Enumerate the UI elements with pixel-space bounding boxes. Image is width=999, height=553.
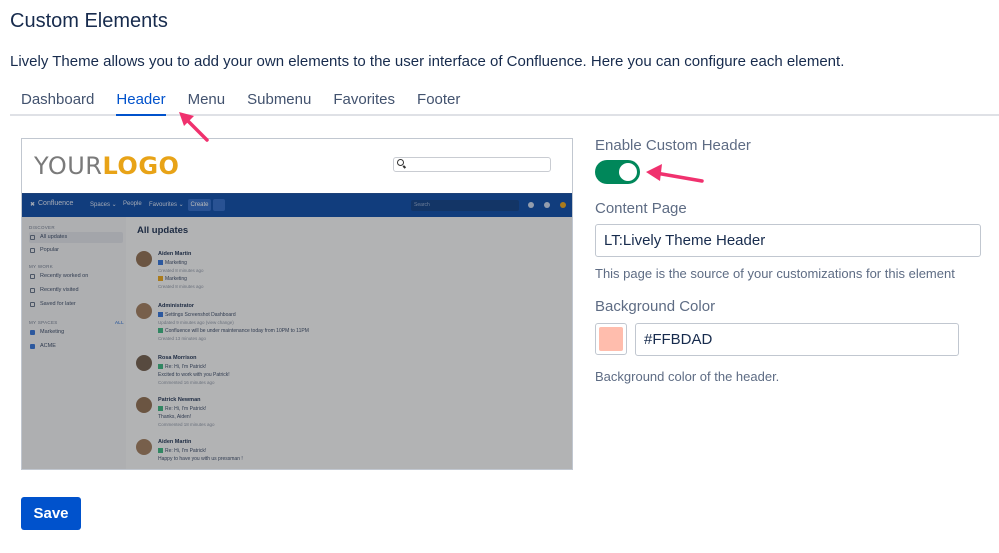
preview-custom-header: YOURLOGO [22, 139, 572, 193]
tab-submenu[interactable]: Submenu [236, 86, 322, 114]
preview-dim-overlay [22, 193, 572, 469]
search-icon [397, 159, 404, 166]
tab-footer[interactable]: Footer [406, 86, 471, 114]
preview-logo: YOURLOGO [34, 152, 179, 180]
enable-header-label: Enable Custom Header [595, 137, 751, 154]
toggle-knob [619, 163, 637, 181]
content-page-label: Content Page [595, 200, 687, 217]
save-button[interactable]: Save [21, 497, 81, 530]
background-color-swatch[interactable] [595, 323, 627, 355]
tab-favorites[interactable]: Favorites [322, 86, 406, 114]
background-color-input[interactable]: #FFBDAD [635, 323, 959, 356]
preview-logo-part2: LOGO [102, 152, 180, 180]
page-description: Lively Theme allows you to add your own … [10, 53, 845, 70]
annotation-arrow-icon [646, 164, 704, 183]
preview-search-box [393, 157, 551, 172]
tab-header[interactable]: Header [105, 86, 176, 116]
preview-logo-part1: YOUR [34, 152, 103, 180]
page-title: Custom Elements [10, 10, 168, 32]
tab-dashboard[interactable]: Dashboard [10, 86, 105, 114]
background-color-help: Background color of the header. [595, 369, 780, 384]
swatch-fill [599, 327, 623, 351]
content-page-help: This page is the source of your customiz… [595, 266, 955, 281]
annotation-arrow-icon [179, 112, 209, 142]
header-preview: YOURLOGO ✖ Confluence Spaces ⌄ People Fa… [21, 138, 573, 470]
tab-bar: Dashboard Header Menu Submenu Favorites … [10, 86, 999, 116]
enable-header-toggle[interactable] [595, 160, 640, 184]
content-page-input[interactable]: LT:Lively Theme Header [595, 224, 981, 257]
background-color-label: Background Color [595, 298, 716, 315]
